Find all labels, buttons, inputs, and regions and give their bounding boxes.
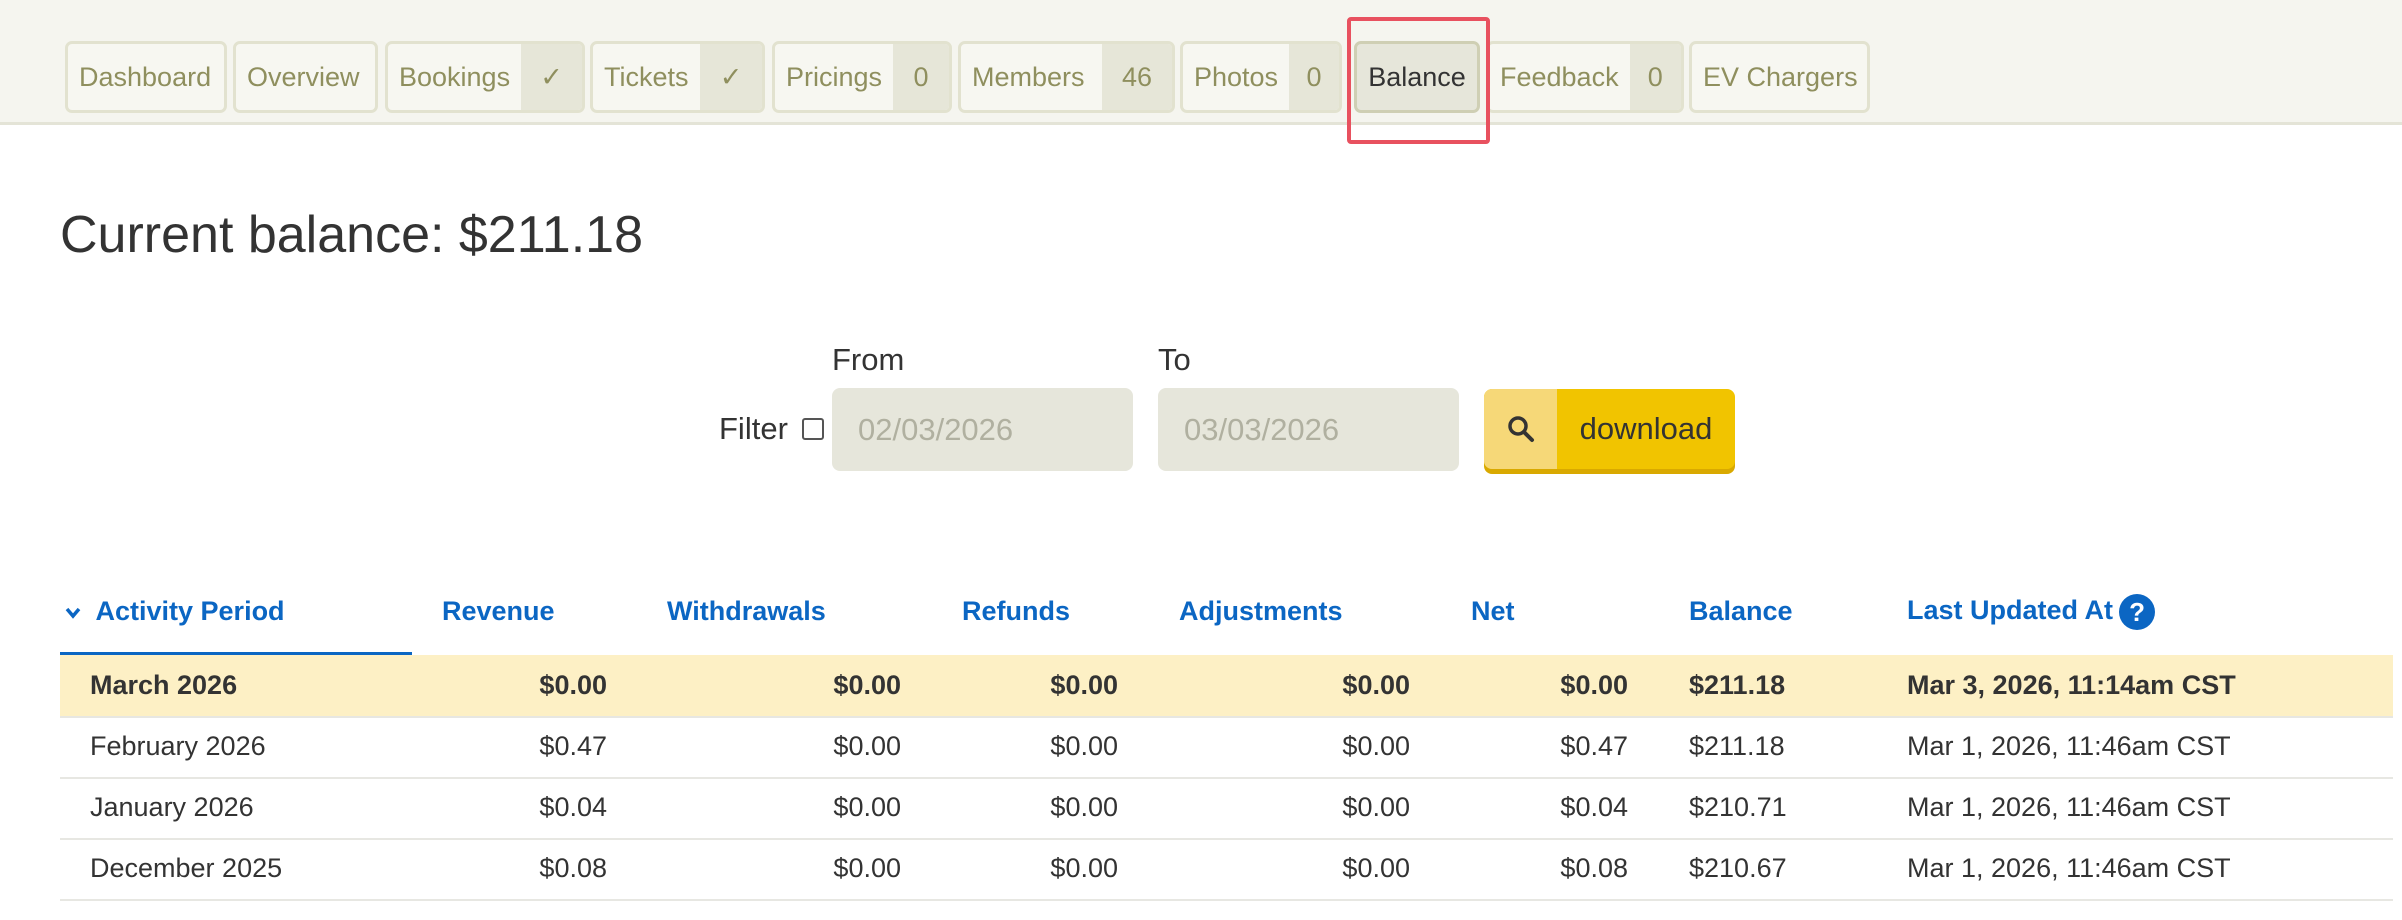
from-date-input[interactable] <box>832 388 1133 471</box>
cell-last-updated: Mar 1, 2026, 11:46am CST <box>1907 853 2231 883</box>
tab-badge-count: 0 <box>893 44 949 110</box>
cell-period: February 2026 <box>90 731 266 761</box>
cell-refunds: $0.00 <box>1050 853 1118 883</box>
tab-pricings[interactable]: Pricings 0 <box>772 41 952 113</box>
table-row[interactable]: March 2026 $0.00 $0.00 $0.00 $0.00 $0.00… <box>60 655 2393 718</box>
tab-label: Photos <box>1194 61 1279 92</box>
tab-label: Feedback <box>1500 61 1619 92</box>
cell-withdrawals: $0.00 <box>833 792 901 822</box>
tab-label: Balance <box>1368 61 1466 92</box>
tab-label: Members <box>972 61 1085 92</box>
cell-period: December 2025 <box>90 853 283 883</box>
cell-net: $0.04 <box>1560 792 1628 822</box>
column-label: Withdrawals <box>667 596 826 626</box>
cell-adjustments: $0.00 <box>1342 853 1410 883</box>
download-button[interactable]: download <box>1484 389 1735 469</box>
cell-net: $0.08 <box>1560 853 1628 883</box>
cell-adjustments: $0.00 <box>1342 731 1410 761</box>
chevron-down-icon <box>65 596 96 626</box>
cell-last-updated: Mar 3, 2026, 11:14am CST <box>1907 670 2236 700</box>
cell-balance: $211.18 <box>1689 731 1785 761</box>
cell-period: March 2026 <box>90 670 238 700</box>
tab-photos[interactable]: Photos 0 <box>1180 41 1342 113</box>
column-label: Revenue <box>442 596 555 626</box>
tab-tickets[interactable]: Tickets ✓ <box>590 41 765 113</box>
tab-badge-count: 0 <box>1289 44 1339 110</box>
tab-badge-check: ✓ <box>521 44 582 110</box>
cell-last-updated: Mar 1, 2026, 11:46am CST <box>1907 792 2231 822</box>
tab-label: EV Chargers <box>1703 61 1858 92</box>
filter-label: Filter <box>719 411 788 446</box>
column-last-updated-at[interactable]: Last Updated At? <box>1907 594 2156 630</box>
column-label: Last Updated At <box>1907 595 2114 626</box>
from-label: From <box>832 342 905 377</box>
column-label: Balance <box>1689 596 1793 626</box>
tab-label: Bookings <box>399 61 511 92</box>
cell-net: $0.47 <box>1560 731 1628 761</box>
tab-label: Dashboard <box>79 61 212 92</box>
tab-label: Pricings <box>786 61 883 92</box>
tab-badge-count: 0 <box>1629 44 1681 110</box>
column-label: Activity Period <box>95 596 285 626</box>
tab-badge-check: ✓ <box>700 44 762 110</box>
column-label: Net <box>1471 596 1515 626</box>
column-adjustments[interactable]: Adjustments <box>1179 596 1343 627</box>
table-row[interactable]: January 2026 $0.04 $0.00 $0.00 $0.00 $0.… <box>60 777 2393 840</box>
filter-checkbox[interactable] <box>802 418 824 440</box>
cell-refunds: $0.00 <box>1050 670 1118 700</box>
page-title: Current balance: $211.18 <box>60 206 643 264</box>
cell-withdrawals: $0.00 <box>833 731 901 761</box>
column-label: Adjustments <box>1179 596 1343 626</box>
tab-label: Tickets <box>604 61 689 92</box>
tab-bar: Dashboard Overview Bookings ✓ Tickets ✓ … <box>0 0 2402 125</box>
tab-balance[interactable]: Balance <box>1354 41 1480 113</box>
column-withdrawals[interactable]: Withdrawals <box>667 596 826 627</box>
cell-balance: $210.71 <box>1689 792 1787 822</box>
cell-adjustments: $0.00 <box>1342 792 1410 822</box>
tab-dashboard[interactable]: Dashboard <box>65 41 227 113</box>
column-balance[interactable]: Balance <box>1689 596 1793 627</box>
cell-revenue: $0.08 <box>539 853 607 883</box>
table-row[interactable]: February 2026 $0.47 $0.00 $0.00 $0.00 $0… <box>60 716 2393 779</box>
tab-members[interactable]: Members 46 <box>958 41 1175 113</box>
cell-revenue: $0.04 <box>539 792 607 822</box>
cell-revenue: $0.47 <box>539 731 607 761</box>
cell-refunds: $0.00 <box>1050 731 1118 761</box>
table-row[interactable]: December 2025 $0.08 $0.00 $0.00 $0.00 $0… <box>60 838 2393 901</box>
cell-withdrawals: $0.00 <box>833 853 901 883</box>
help-icon[interactable]: ? <box>2119 594 2156 630</box>
to-date-input[interactable] <box>1158 388 1459 471</box>
cell-period: January 2026 <box>90 792 254 822</box>
tab-badge-count: 46 <box>1102 44 1172 110</box>
tab-label: Overview <box>247 61 360 92</box>
tab-ev-chargers[interactable]: EV Chargers <box>1689 41 1870 113</box>
cell-balance: $210.67 <box>1689 853 1787 883</box>
tab-feedback[interactable]: Feedback 0 <box>1486 41 1684 113</box>
cell-balance: $211.18 <box>1689 670 1786 700</box>
cell-last-updated: Mar 1, 2026, 11:46am CST <box>1907 731 2231 761</box>
column-label: Refunds <box>962 596 1070 626</box>
cell-adjustments: $0.00 <box>1342 670 1410 700</box>
to-label: To <box>1158 342 1191 377</box>
tab-overview[interactable]: Overview <box>233 41 378 113</box>
download-label: download <box>1579 411 1713 446</box>
cell-net: $0.00 <box>1560 670 1628 700</box>
column-net[interactable]: Net <box>1471 596 1515 627</box>
cell-withdrawals: $0.00 <box>833 670 901 700</box>
column-revenue[interactable]: Revenue <box>442 596 555 627</box>
cell-revenue: $0.00 <box>539 670 607 700</box>
column-refunds[interactable]: Refunds <box>962 596 1070 627</box>
search-icon <box>1484 389 1557 469</box>
column-activity-period[interactable]: Activity Period <box>65 596 285 627</box>
tab-bookings[interactable]: Bookings ✓ <box>385 41 585 113</box>
cell-refunds: $0.00 <box>1050 792 1118 822</box>
